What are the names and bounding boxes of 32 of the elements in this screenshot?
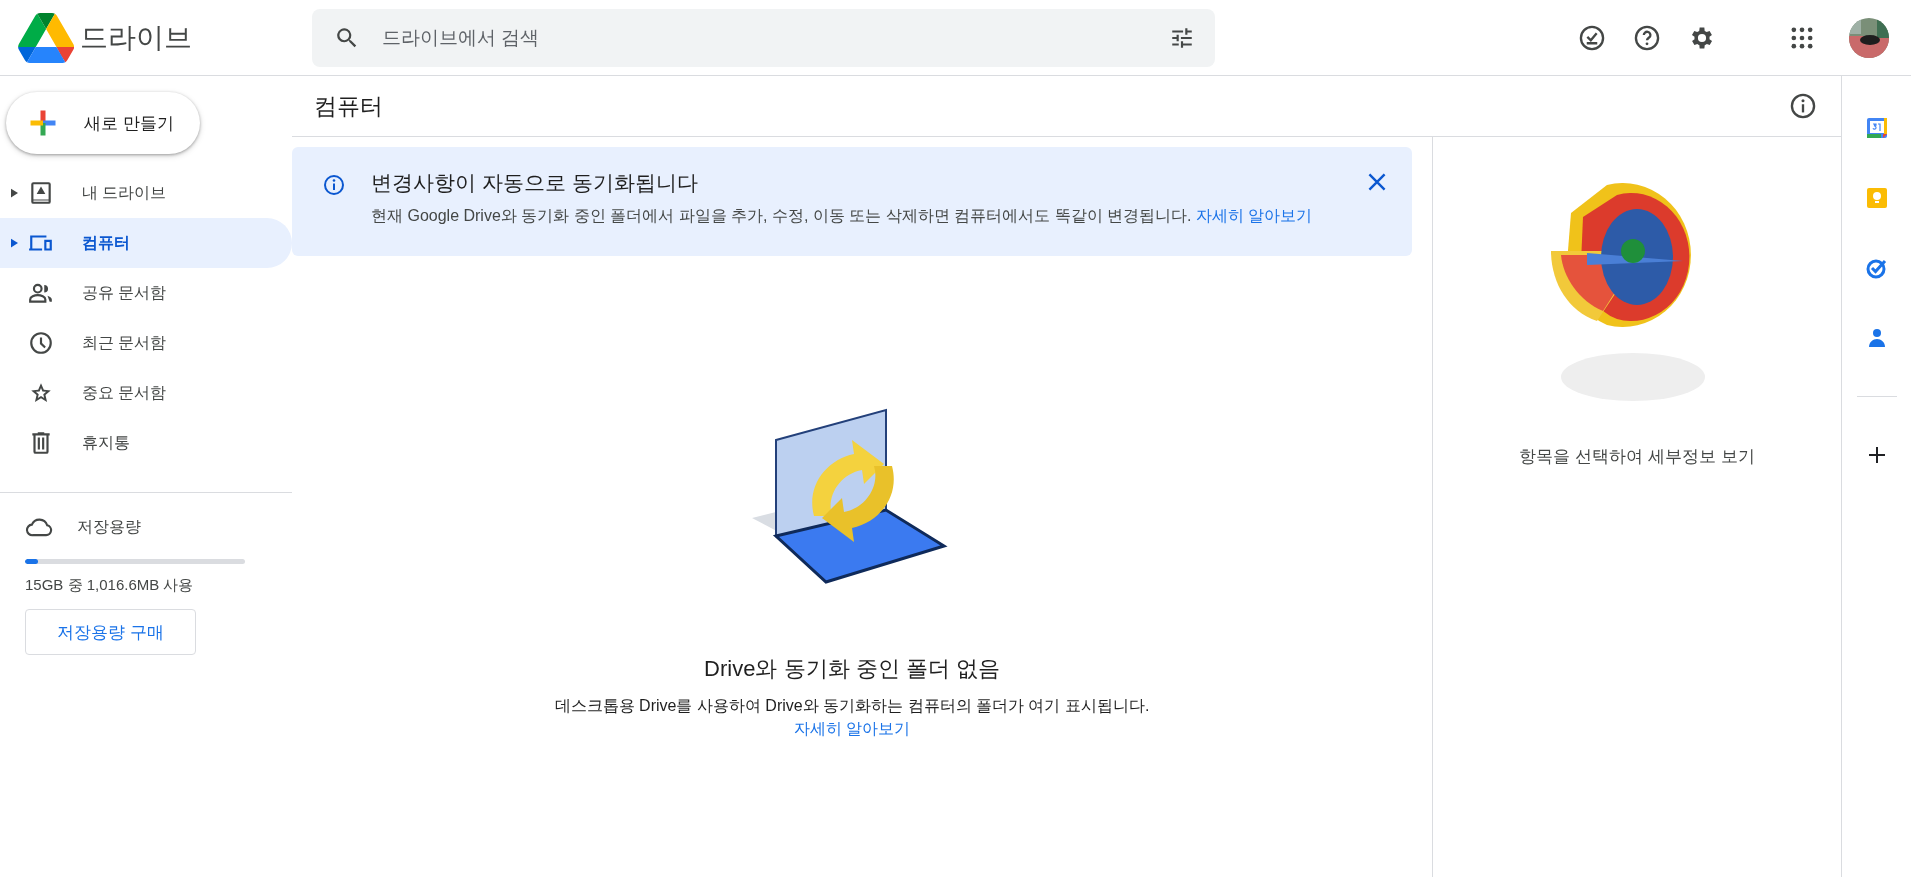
sidebar-item[interactable]: 최근 문서함 [0, 318, 292, 368]
info-icon [322, 173, 346, 197]
new-button[interactable]: 새로 만들기 [6, 92, 200, 154]
sidebar-item[interactable]: 공유 문서함 [0, 268, 292, 318]
storage-label: 저장용량 [77, 516, 141, 537]
drive-icon [28, 180, 54, 206]
help-icon[interactable] [1633, 23, 1661, 52]
sidebar-item[interactable]: 중요 문서함 [0, 368, 292, 418]
info-icon[interactable] [1789, 92, 1817, 120]
buy-storage-button[interactable]: 저장용량 구매 [25, 609, 196, 655]
empty-state-title: Drive와 동기화 중인 폴더 없음 [704, 655, 1000, 683]
storage-usage: 15GB 중 1,016.6MB 사용 [25, 576, 195, 595]
sidebar-item[interactable]: 휴지통 [0, 418, 292, 468]
sidebar-item[interactable]: 컴퓨터 [0, 218, 292, 268]
details-hint: 항목을 선택하여 세부정보 보기 [1519, 446, 1755, 468]
search-input[interactable]: 드라이브에서 검색 [380, 25, 1149, 50]
page-title: 컴퓨터 [314, 91, 383, 121]
learn-more-link[interactable]: 자세히 알아보기 [1195, 207, 1313, 224]
drive-logo-icon [18, 12, 74, 63]
empty-state-text: 데스크톱용 Drive를 사용하여 Drive와 동기화하는 컴퓨터의 폴더가 여기 표시됩니다. [554, 696, 1150, 716]
app-name: 드라이브 [80, 20, 192, 55]
banner-text: 현재 Google Drive와 동기화 중인 폴더에서 파일을 추가, 수정, 이동 또는 삭제하면 컴퓨터에서도 똑같이 변경됩니다. 자세히 알아보기 [371, 206, 1314, 226]
expand-caret-icon[interactable] [10, 188, 18, 198]
calendar-icon[interactable] [1864, 116, 1889, 140]
banner-title: 변경사항이 자동으로 동기화됩니다 [371, 170, 699, 196]
sidebar-item[interactable]: 내 드라이브 [0, 168, 292, 218]
clock-icon [28, 330, 54, 356]
plus-icon [28, 108, 58, 138]
task-check-icon[interactable] [1578, 23, 1606, 52]
expand-caret-icon[interactable] [10, 238, 18, 248]
search-bar[interactable]: 드라이브에서 검색 [312, 8, 1215, 67]
learn-more-link[interactable]: 자세히 알아보기 [793, 719, 911, 740]
